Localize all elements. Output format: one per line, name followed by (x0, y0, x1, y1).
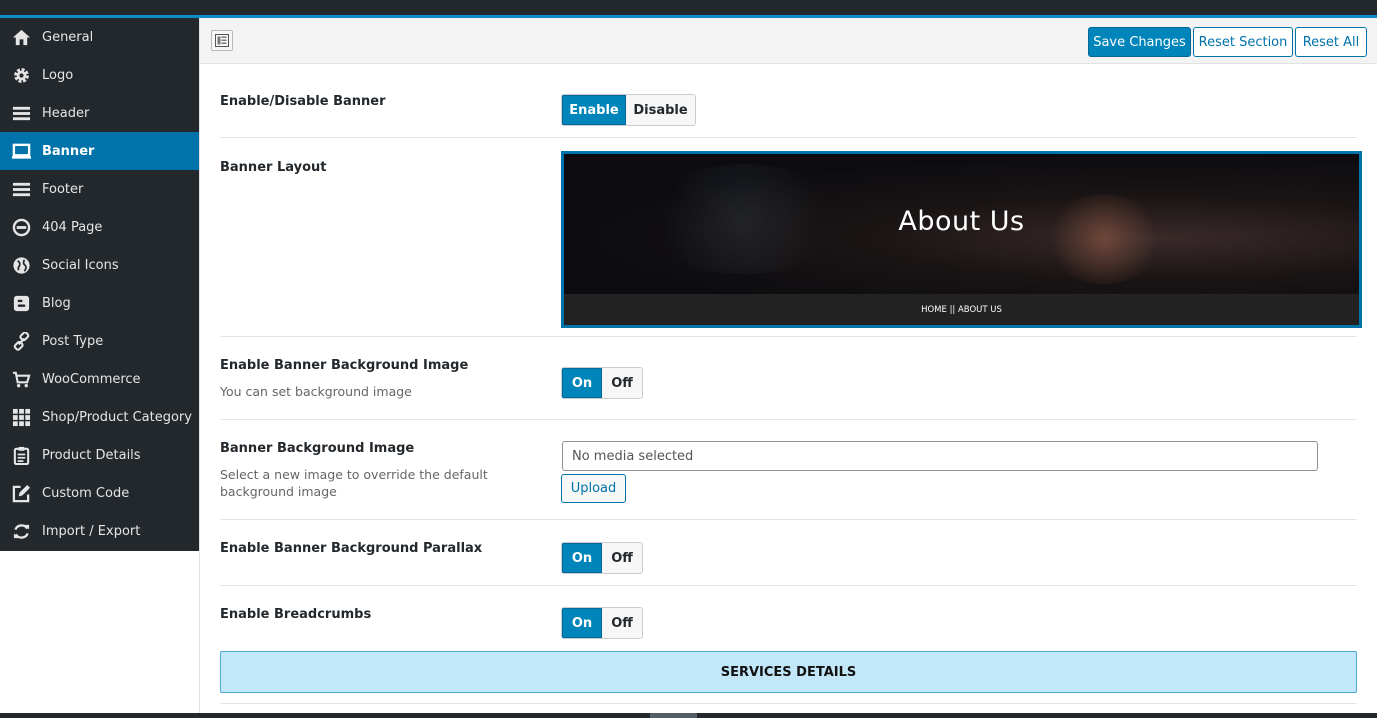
field-title: Banner Background Image (220, 441, 415, 456)
sidebar-item-label: Blog (42, 295, 71, 311)
sidebar-item-footer[interactable]: Footer (0, 170, 199, 208)
save-changes-button[interactable]: Save Changes (1088, 27, 1191, 57)
home-icon (12, 28, 31, 47)
reset-all-button[interactable]: Reset All (1295, 27, 1367, 57)
on-option[interactable]: On (562, 368, 602, 398)
upload-button[interactable]: Upload (561, 474, 626, 503)
breadcrumbs-toggle: On Off (561, 607, 643, 639)
grid-icon (12, 408, 31, 427)
sidebar-item-label: Logo (42, 67, 74, 83)
sidebar-item-label: Shop/Product Category (42, 409, 192, 425)
sidebar-item-general[interactable]: General (0, 18, 199, 56)
off-option[interactable]: Off (602, 608, 642, 638)
disable-option[interactable]: Disable (626, 95, 695, 125)
off-option[interactable]: Off (602, 368, 642, 398)
reset-section-button[interactable]: Reset Section (1193, 27, 1293, 57)
panel-divider (199, 18, 200, 713)
admin-top-bar (0, 0, 1377, 15)
sidebar-item-shop-product-category[interactable]: Shop/Product Category (0, 398, 199, 436)
banner-preview-breadcrumb: HOME || ABOUT US (564, 294, 1359, 325)
field-title: Banner Layout (220, 160, 327, 175)
sidebar-item-label: 404 Page (42, 219, 103, 235)
expand-options-button[interactable] (211, 30, 233, 51)
on-option[interactable]: On (562, 543, 602, 573)
sidebar-item-label: Import / Export (42, 523, 141, 539)
sidebar-item-banner[interactable]: Banner (0, 132, 199, 170)
banner-preview-title: About Us (898, 206, 1025, 237)
field-row-parallax: Enable Banner Background Parallax (220, 520, 1357, 586)
sidebar-item-label: Custom Code (42, 485, 130, 501)
enable-bg-image-toggle: On Off (561, 367, 643, 399)
sidebar-item-label: Header (42, 105, 90, 121)
divider (220, 703, 1357, 704)
refresh-icon (12, 522, 31, 541)
sidebar-item-blog[interactable]: Blog (0, 284, 199, 322)
banner-preview-image: About Us (564, 154, 1359, 294)
expand-icon (212, 34, 232, 47)
scroll-nub (650, 713, 697, 718)
field-description: You can set background image (220, 384, 412, 399)
enable-banner-toggle: Enable Disable (561, 94, 696, 126)
section-header: SERVICES DETAILS (220, 651, 1357, 693)
field-title: Enable Banner Background Image (220, 358, 469, 373)
globe-icon (12, 256, 31, 275)
sidebar-item-label: Social Icons (42, 257, 119, 273)
sidebar-item-404-page[interactable]: 404 Page (0, 208, 199, 246)
minus-circle-icon (12, 218, 31, 237)
menu-icon (12, 104, 31, 123)
field-title: Enable Banner Background Parallax (220, 541, 483, 556)
field-title: Enable/Disable Banner (220, 94, 386, 109)
sidebar-item-social-icons[interactable]: Social Icons (0, 246, 199, 284)
sidebar-item-label: General (42, 29, 94, 45)
field-title: Enable Breadcrumbs (220, 607, 372, 622)
sidebar-item-header[interactable]: Header (0, 94, 199, 132)
enable-option[interactable]: Enable (562, 95, 626, 125)
field-row-enable-banner: Enable/Disable Banner (220, 64, 1357, 138)
sidebar-item-custom-code[interactable]: Custom Code (0, 474, 199, 512)
sidebar-item-woocommerce[interactable]: WooCommerce (0, 360, 199, 398)
sidebar-item-label: WooCommerce (42, 371, 141, 387)
field-description: Select a new image to override the defau… (220, 467, 488, 499)
link-icon (12, 332, 31, 351)
field-row-enable-bg-image: Enable Banner Background Image You can s… (220, 337, 1357, 420)
sidebar-item-post-type[interactable]: Post Type (0, 322, 199, 360)
field-row-breadcrumbs: Enable Breadcrumbs (220, 586, 1357, 646)
bottom-bar (0, 713, 1377, 718)
sidebar-item-product-details[interactable]: Product Details (0, 436, 199, 474)
bg-image-url-input[interactable]: No media selected (562, 441, 1318, 471)
sidebar-item-label: Footer (42, 181, 84, 197)
sidebar-item-label: Product Details (42, 447, 141, 463)
sidebar-item-label: Banner (42, 143, 95, 159)
laptop-icon (12, 142, 31, 161)
edit-icon (12, 484, 31, 503)
sidebar-item-logo[interactable]: Logo (0, 56, 199, 94)
menu-icon (12, 180, 31, 199)
options-header: Save Changes Reset Section Reset All (200, 18, 1377, 64)
options-sidebar: General Logo Header Banner Footer 404 Pa… (0, 18, 199, 551)
sidebar-item-import-export[interactable]: Import / Export (0, 512, 199, 550)
blogger-icon (12, 294, 31, 313)
parallax-toggle: On Off (561, 542, 643, 574)
on-option[interactable]: On (562, 608, 602, 638)
banner-layout-option[interactable]: About Us HOME || ABOUT US (561, 151, 1362, 328)
gear-icon (12, 66, 31, 85)
off-option[interactable]: Off (602, 543, 642, 573)
sidebar-item-label: Post Type (42, 333, 104, 349)
cart-icon (12, 370, 31, 389)
clipboard-icon (12, 446, 31, 465)
